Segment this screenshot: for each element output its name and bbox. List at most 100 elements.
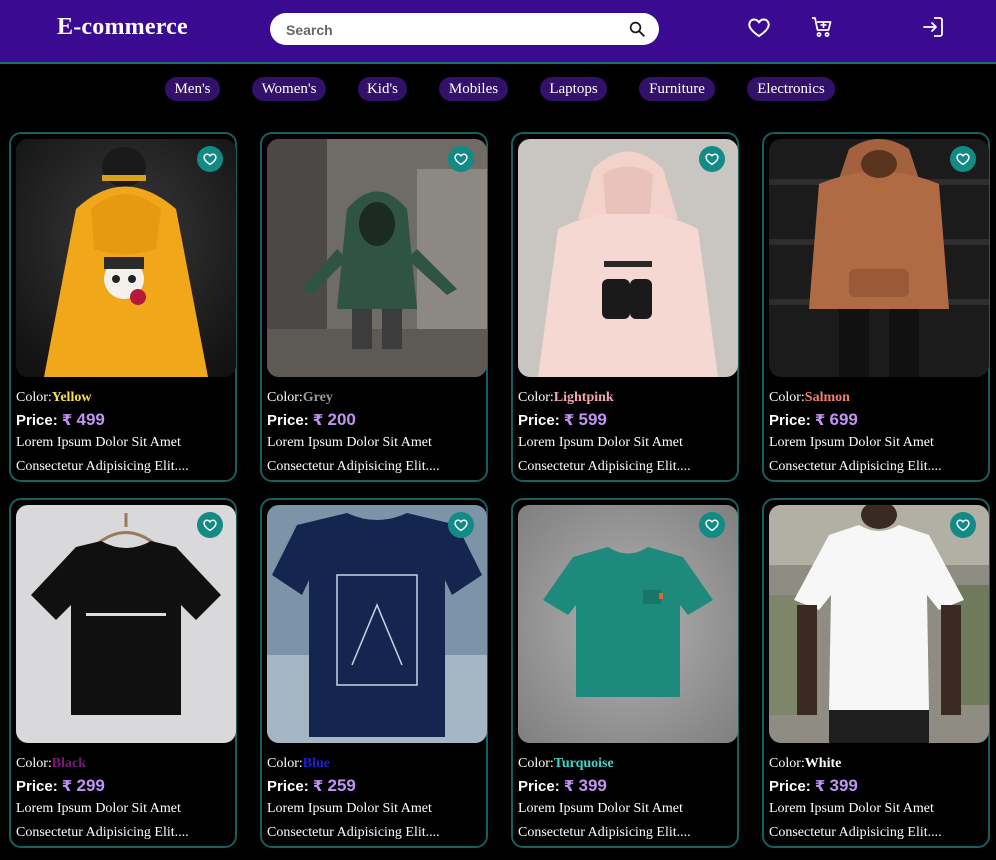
product-image[interactable] <box>16 139 236 377</box>
product-description-2: Consectetur Adipisicing Elit.... <box>769 825 942 840</box>
nav-mobiles[interactable]: Mobiles <box>439 77 508 101</box>
product-image[interactable] <box>518 139 738 377</box>
product-image[interactable] <box>267 505 487 743</box>
heart-icon <box>454 519 468 532</box>
color-value: White <box>804 756 842 771</box>
price-value: 599 <box>578 410 607 429</box>
product-card[interactable]: Color:Turquoise Price: ₹ 399 Lorem Ipsum… <box>511 498 739 848</box>
product-card[interactable]: Color:Blue Price: ₹ 259 Lorem Ipsum Dolo… <box>260 498 488 848</box>
product-card[interactable]: Color:Lightpink Price: ₹ 599 Lorem Ipsum… <box>511 132 739 482</box>
product-image[interactable] <box>769 139 989 377</box>
price-label: Price: <box>16 412 58 429</box>
product-description-1: Lorem Ipsum Dolor Sit Amet <box>267 801 432 816</box>
product-card[interactable]: Color:Black Price: ₹ 299 Lorem Ipsum Dol… <box>9 498 237 848</box>
price-label: Price: <box>267 778 309 795</box>
product-description-2: Consectetur Adipisicing Elit.... <box>518 459 691 474</box>
price-value: 299 <box>76 776 105 795</box>
color-value: Turquoise <box>553 756 614 771</box>
nav-electronics[interactable]: Electronics <box>747 77 835 101</box>
currency-symbol: ₹ <box>312 412 324 429</box>
currency-symbol: ₹ <box>814 412 826 429</box>
product-card[interactable]: Color:Yellow Price: ₹ 499 Lorem Ipsum Do… <box>9 132 237 482</box>
color-value: Yellow <box>51 390 92 405</box>
nav-kids[interactable]: Kid's <box>358 77 407 101</box>
color-label: Color: <box>267 756 303 771</box>
price-label: Price: <box>518 412 560 429</box>
heart-icon <box>956 519 970 532</box>
heart-icon <box>705 153 719 166</box>
color-value: Lightpink <box>553 390 614 405</box>
product-card[interactable]: Color:White Price: ₹ 399 Lorem Ipsum Dol… <box>762 498 990 848</box>
color-value: Black <box>51 756 87 771</box>
favorite-button[interactable] <box>197 146 223 172</box>
product-image[interactable] <box>769 505 989 743</box>
product-image[interactable] <box>518 505 738 743</box>
currency-symbol: ₹ <box>563 778 575 795</box>
login-icon[interactable] <box>921 15 945 39</box>
nav-mens[interactable]: Men's <box>165 77 220 101</box>
color-label: Color: <box>518 756 554 771</box>
cart-icon[interactable] <box>810 15 834 39</box>
product-description-1: Lorem Ipsum Dolor Sit Amet <box>769 801 934 816</box>
price-label: Price: <box>16 778 58 795</box>
favorite-button[interactable] <box>197 512 223 538</box>
product-description-2: Consectetur Adipisicing Elit.... <box>518 825 691 840</box>
favorite-button[interactable] <box>448 512 474 538</box>
price-value: 200 <box>327 410 356 429</box>
price-value: 399 <box>578 776 607 795</box>
currency-symbol: ₹ <box>312 778 324 795</box>
color-label: Color: <box>16 390 52 405</box>
currency-symbol: ₹ <box>61 412 73 429</box>
heart-icon <box>454 153 468 166</box>
product-card[interactable]: Color:Grey Price: ₹ 200 Lorem Ipsum Dolo… <box>260 132 488 482</box>
color-label: Color: <box>267 390 303 405</box>
price-value: 699 <box>829 410 858 429</box>
nav-laptops[interactable]: Laptops <box>540 77 607 101</box>
search-icon[interactable] <box>628 20 646 38</box>
product-image[interactable] <box>267 139 487 377</box>
price-label: Price: <box>769 412 811 429</box>
wishlist-heart-icon[interactable] <box>747 15 771 39</box>
product-description-1: Lorem Ipsum Dolor Sit Amet <box>267 435 432 450</box>
color-value: Salmon <box>804 390 850 405</box>
color-value: Grey <box>302 390 333 405</box>
favorite-button[interactable] <box>699 146 725 172</box>
favorite-button[interactable] <box>699 512 725 538</box>
price-value: 499 <box>76 410 105 429</box>
product-description-1: Lorem Ipsum Dolor Sit Amet <box>16 801 181 816</box>
product-description-1: Lorem Ipsum Dolor Sit Amet <box>518 435 683 450</box>
price-label: Price: <box>518 778 560 795</box>
favorite-button[interactable] <box>448 146 474 172</box>
currency-symbol: ₹ <box>61 778 73 795</box>
heart-icon <box>203 153 217 166</box>
product-image[interactable] <box>16 505 236 743</box>
category-nav: Men's Women's Kid's Mobiles Laptops Furn… <box>0 64 996 116</box>
product-card[interactable]: Color:Salmon Price: ₹ 699 Lorem Ipsum Do… <box>762 132 990 482</box>
product-description-2: Consectetur Adipisicing Elit.... <box>267 459 440 474</box>
color-label: Color: <box>518 390 554 405</box>
color-label: Color: <box>769 390 805 405</box>
heart-icon <box>956 153 970 166</box>
search-bar[interactable] <box>270 13 659 45</box>
product-description-1: Lorem Ipsum Dolor Sit Amet <box>518 801 683 816</box>
product-description-2: Consectetur Adipisicing Elit.... <box>267 825 440 840</box>
color-value: Blue <box>302 756 331 771</box>
color-label: Color: <box>16 756 52 771</box>
price-value: 399 <box>829 776 858 795</box>
heart-icon <box>203 519 217 532</box>
favorite-button[interactable] <box>950 512 976 538</box>
brand-logo[interactable]: E-commerce <box>57 14 188 41</box>
currency-symbol: ₹ <box>563 412 575 429</box>
search-input[interactable] <box>284 19 608 41</box>
price-label: Price: <box>769 778 811 795</box>
product-description-2: Consectetur Adipisicing Elit.... <box>16 825 189 840</box>
favorite-button[interactable] <box>950 146 976 172</box>
color-label: Color: <box>769 756 805 771</box>
product-description-1: Lorem Ipsum Dolor Sit Amet <box>16 435 181 450</box>
product-description-2: Consectetur Adipisicing Elit.... <box>769 459 942 474</box>
product-description-1: Lorem Ipsum Dolor Sit Amet <box>769 435 934 450</box>
nav-womens[interactable]: Women's <box>252 77 326 101</box>
nav-furniture[interactable]: Furniture <box>639 77 715 101</box>
product-description-2: Consectetur Adipisicing Elit.... <box>16 459 189 474</box>
currency-symbol: ₹ <box>814 778 826 795</box>
